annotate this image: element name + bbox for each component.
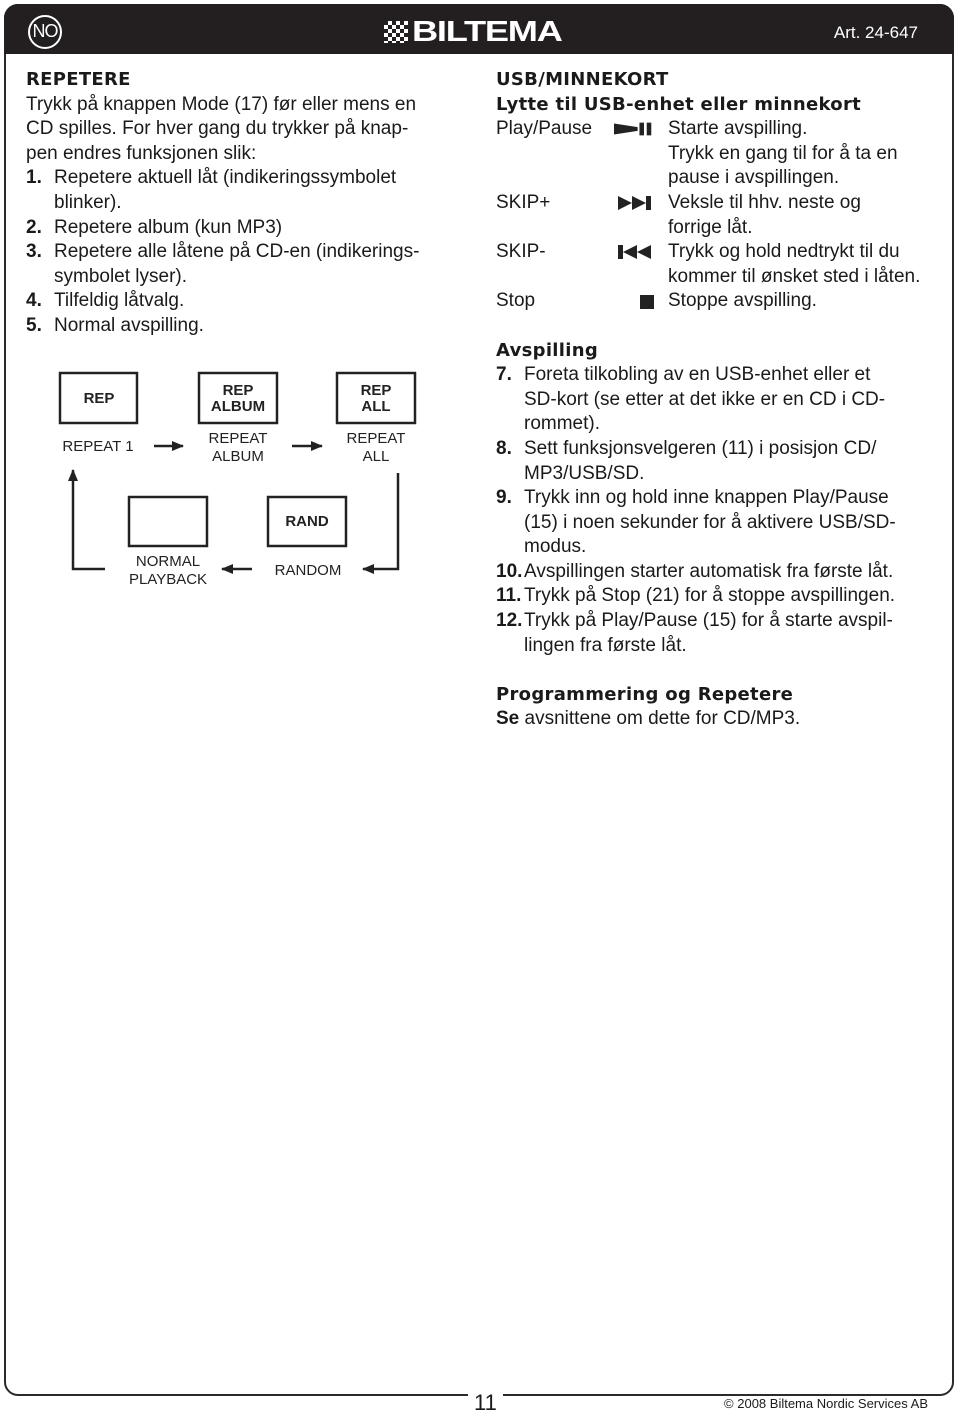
- step-text: Repetere album (kun MP3): [54, 216, 283, 238]
- control-name: SKIP-: [496, 241, 546, 263]
- step-text: modus.: [524, 536, 587, 558]
- step-number: 7.: [496, 364, 512, 386]
- control-description: Veksle til hhv. neste og: [668, 191, 861, 213]
- step-text: Normal avspilling.: [54, 314, 204, 336]
- biltema-logo: BILTEMA: [384, 16, 563, 48]
- list-item: 5. Normal avspilling.: [26, 314, 466, 339]
- list-item: 4. Tilfeldig låtvalg.: [26, 289, 466, 314]
- section-subtitle: Lytte til USB-enhet eller minnekort: [496, 93, 862, 115]
- logo-text: BILTEMA: [412, 15, 563, 48]
- list-item: 9. Trykk inn og hold inne knappen Play/Pa…: [496, 486, 946, 560]
- intro-line: Trykk på knappen Mode (17) før eller men…: [26, 93, 417, 115]
- control-row-stop: Stop Stoppe avspilling.: [496, 289, 946, 314]
- control-name: Play/Pause: [496, 118, 593, 140]
- step-text: Trykk på Play/Pause (15) for å starte av…: [524, 610, 893, 632]
- control-row-skip-minus: SKIP- Trykk og hold nedtrykt til du komm…: [496, 240, 946, 289]
- step-text: rommet).: [524, 413, 600, 435]
- programming-title: Programmering og Repetere: [496, 683, 794, 705]
- step-number: 5.: [26, 314, 42, 336]
- control-description: kommer til ønsket sted i låten.: [668, 265, 921, 287]
- section-title: USB/MINNEKORT: [496, 69, 669, 90]
- section-title: REPETERE: [26, 69, 131, 90]
- step-number: 11.: [496, 585, 522, 607]
- step-text: (15) i noen sekunder for å aktivere USB/…: [524, 511, 896, 533]
- list-item: 3. Repetere alle låtene på CD-en (indiker…: [26, 240, 466, 289]
- controls-table: Play/Pause Starte avspilling. Trykk en g…: [496, 117, 946, 314]
- step-number: 1.: [26, 167, 42, 189]
- step-number: 2.: [26, 216, 42, 238]
- step-text: Repetere alle låtene på CD-en (indikerin…: [54, 241, 420, 263]
- control-description: Starte avspilling.: [668, 118, 808, 140]
- step-text: Trykk inn og hold inne knappen Play/Paus…: [524, 487, 889, 509]
- list-item: 7. Foreta tilkobling av en USB-enhet elle…: [496, 363, 946, 437]
- programming-paragraph: Se avsnittene om dette for CD/MP3.: [496, 707, 946, 732]
- step-text: Repetere aktuell låt (indikeringssymbole…: [54, 167, 397, 189]
- control-row-play-pause: Play/Pause Starte avspilling. Trykk en g…: [496, 117, 946, 191]
- skip-back-icon: [614, 240, 668, 265]
- control-description: Trykk en gang til for å ta en: [668, 142, 898, 164]
- step-text: Foreta tilkobling av en USB-enhet eller …: [524, 364, 871, 386]
- step-text: MP3/USB/SD.: [524, 462, 645, 484]
- stop-icon: [614, 289, 668, 314]
- step-number: 3.: [26, 241, 42, 263]
- list-item: 10. Avspillingen starter automatisk fra f…: [496, 560, 946, 585]
- control-name: SKIP+: [496, 191, 551, 213]
- step-number: 8.: [496, 437, 512, 459]
- step-text: Avspillingen starter automatisk fra førs…: [524, 560, 894, 582]
- step-text: Tilfeldig låtvalg.: [54, 290, 185, 312]
- programming-text: avsnittene om dette for CD/MP3.: [519, 708, 801, 730]
- list-item: 1. Repetere aktuell låt (indikeringssymbo…: [26, 166, 466, 215]
- control-description: Trykk og hold nedtrykt til du: [668, 241, 900, 263]
- step-number: 4.: [26, 290, 42, 312]
- play-pause-icon: [614, 117, 668, 142]
- skip-forward-icon: [614, 191, 668, 216]
- page-number: 11: [468, 1390, 503, 1416]
- control-row-skip-plus: SKIP+ Veksle til hhv. neste og forrige l…: [496, 191, 946, 240]
- step-text: symbolet lyser).: [54, 265, 188, 287]
- article-number: Art. 24-647: [833, 23, 918, 42]
- intro-paragraph: Trykk på knappen Mode (17) før eller men…: [26, 93, 466, 167]
- control-description: pause i avspillingen.: [668, 167, 840, 189]
- intro-line: pen endres funksjonen slik:: [26, 142, 257, 164]
- step-text: blinker).: [54, 191, 122, 213]
- page-header: NO BILTEMA Art. 24-647: [4, 4, 954, 54]
- step-number: 9.: [496, 487, 512, 509]
- step-text: Sett funksjonsvelgeren (11) i posisjon C…: [524, 437, 877, 459]
- playback-steps-list: 7. Foreta tilkobling av en USB-enhet elle…: [496, 363, 946, 658]
- list-item: 8. Sett funksjonsvelgeren (11) i posisjon…: [496, 437, 946, 486]
- repeat-steps-list: 1. Repetere aktuell låt (indikeringssymbo…: [26, 166, 466, 338]
- list-item: 2. Repetere album (kun MP3): [26, 216, 466, 241]
- language-badge: NO: [28, 15, 62, 49]
- list-item: 12. Trykk på Play/Pause (15) for å starte…: [496, 609, 946, 658]
- control-description: forrige låt.: [668, 216, 753, 238]
- step-number: 12.: [496, 610, 523, 632]
- step-number: 10.: [496, 560, 523, 582]
- step-text: SD-kort (se etter at det ikke er en CD i…: [524, 388, 886, 410]
- playback-title: Avspilling: [496, 339, 598, 361]
- programming-lead: Se: [496, 708, 520, 730]
- checkered-flag-icon: [384, 21, 408, 43]
- section-repetere: REPETERE Trykk på knappen Mode (17) før …: [26, 68, 466, 339]
- copyright-text: © 2008 Biltema Nordic Services AB: [718, 1396, 934, 1411]
- control-name: Stop: [496, 290, 536, 312]
- control-description: Stoppe avspilling.: [668, 290, 817, 312]
- intro-line: CD spilles. For hver gang du trykker på …: [26, 118, 409, 140]
- step-text: lingen fra første låt.: [524, 634, 687, 656]
- section-usb: USB/MINNEKORT Lytte til USB-enhet eller …: [496, 68, 946, 732]
- step-text: Trykk på Stop (21) for å stoppe avspilli…: [524, 585, 896, 607]
- list-item: 11. Trykk på Stop (21) for å stoppe avspi…: [496, 584, 946, 609]
